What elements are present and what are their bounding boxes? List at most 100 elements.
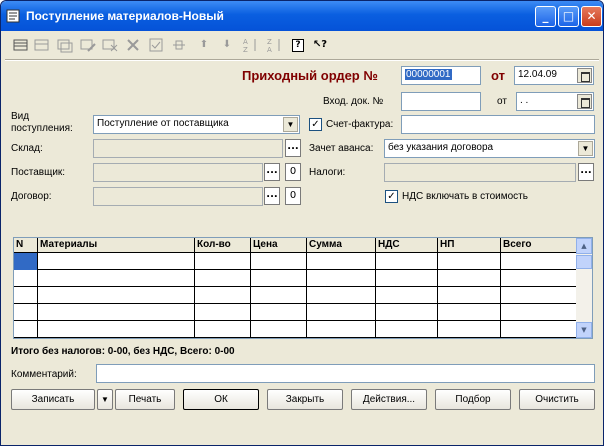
table-cell[interactable] (501, 253, 578, 270)
table-cell[interactable] (251, 304, 307, 321)
table-cell[interactable] (438, 253, 501, 270)
calendar-icon[interactable] (577, 94, 592, 109)
table-cell[interactable] (195, 253, 251, 270)
edit-row-icon[interactable] (80, 37, 96, 53)
contract-field[interactable] (93, 187, 263, 206)
supplier-field[interactable] (93, 163, 263, 182)
vat-include-checkbox[interactable]: ✓ (385, 190, 398, 203)
sort-desc-icon[interactable]: ZA (267, 37, 283, 53)
supplier-select-button[interactable]: ... (264, 163, 280, 181)
print-button[interactable]: Печать (115, 389, 175, 410)
table-cell[interactable] (38, 287, 195, 304)
move-up-icon[interactable]: ⬆ (196, 37, 212, 53)
table-cell-current[interactable] (14, 253, 38, 270)
help-icon[interactable]: ? (292, 39, 304, 52)
move-down-icon[interactable]: ⬇ (219, 37, 235, 53)
table-cell[interactable] (307, 270, 376, 287)
table-cell[interactable] (307, 321, 376, 338)
table-cell[interactable] (438, 321, 501, 338)
add-row-icon[interactable] (34, 37, 50, 53)
table-cell[interactable] (501, 270, 578, 287)
table-row[interactable] (14, 287, 578, 304)
column-header-total[interactable]: Всего (501, 238, 578, 253)
table-cell[interactable] (251, 253, 307, 270)
clear-button[interactable]: Очистить (519, 389, 595, 410)
table-cell[interactable] (14, 270, 38, 287)
table-cell[interactable] (38, 321, 195, 338)
table-cell[interactable] (501, 287, 578, 304)
table-cell[interactable] (307, 253, 376, 270)
table-cell[interactable] (501, 304, 578, 321)
table-cell[interactable] (195, 304, 251, 321)
column-header-n[interactable]: N (14, 238, 38, 253)
table-cell[interactable] (438, 304, 501, 321)
close-button[interactable]: Закрыть (267, 389, 343, 410)
supplier-clear-button[interactable]: 0 (285, 163, 301, 181)
table-cell[interactable] (376, 287, 438, 304)
table-cell[interactable] (438, 287, 501, 304)
contract-select-button[interactable]: ... (264, 187, 280, 205)
taxes-select-button[interactable]: ... (578, 163, 594, 181)
materials-table[interactable]: N Материалы Кол-во Цена Сумма НДС НП Все… (13, 237, 593, 339)
in-doc-date-field[interactable]: . . (516, 92, 594, 111)
minimize-button[interactable]: _ (535, 6, 556, 27)
copy-row-icon[interactable] (57, 37, 73, 53)
table-cell[interactable] (14, 321, 38, 338)
table-row[interactable] (14, 321, 578, 338)
column-header-vat[interactable]: НДС (376, 238, 438, 253)
ok-button[interactable]: ОК (183, 389, 259, 410)
warehouse-select-button[interactable]: ... (285, 139, 301, 157)
table-row[interactable] (14, 253, 578, 270)
warehouse-field[interactable] (93, 139, 283, 158)
table-cell[interactable] (195, 270, 251, 287)
table-cell[interactable] (195, 321, 251, 338)
table-cell[interactable] (376, 253, 438, 270)
table-cell[interactable] (38, 270, 195, 287)
pick-button[interactable]: Подбор (435, 389, 511, 410)
end-edit-icon[interactable] (171, 37, 187, 53)
contract-clear-button[interactable]: 0 (285, 187, 301, 205)
order-number-field[interactable]: 00000001 (401, 66, 481, 85)
table-cell[interactable] (251, 270, 307, 287)
scroll-up-icon[interactable]: ▲ (576, 238, 592, 254)
table-cell[interactable] (376, 270, 438, 287)
invoice-checkbox[interactable]: ✓ (309, 118, 322, 131)
comment-field[interactable] (96, 364, 595, 383)
chevron-down-icon[interactable]: ▼ (578, 141, 593, 156)
order-date-field[interactable]: 12.04.09 (514, 66, 594, 85)
chevron-down-icon[interactable]: ▼ (283, 117, 298, 132)
table-vertical-scrollbar[interactable]: ▲ ▼ (576, 238, 592, 338)
table-cell[interactable] (38, 253, 195, 270)
delete-row-icon[interactable] (102, 37, 118, 53)
column-header-price[interactable]: Цена (251, 238, 307, 253)
table-cell[interactable] (195, 287, 251, 304)
invoice-field[interactable] (401, 115, 595, 134)
scroll-thumb[interactable] (576, 255, 592, 269)
new-row-icon[interactable] (13, 37, 29, 53)
fill-icon[interactable] (148, 37, 164, 53)
save-menu-button[interactable]: ▼ (97, 389, 113, 410)
taxes-field[interactable] (384, 163, 576, 182)
column-header-qty[interactable]: Кол-во (195, 238, 251, 253)
table-row[interactable] (14, 270, 578, 287)
table-cell[interactable] (438, 270, 501, 287)
save-button[interactable]: Записать (11, 389, 95, 410)
table-cell[interactable] (251, 321, 307, 338)
table-cell[interactable] (38, 304, 195, 321)
mark-delete-icon[interactable] (125, 37, 141, 53)
in-doc-number-field[interactable] (401, 92, 481, 111)
table-cell[interactable] (376, 321, 438, 338)
context-help-icon[interactable]: ↖? (312, 37, 328, 53)
table-cell[interactable] (307, 304, 376, 321)
title-bar[interactable]: Поступление материалов-Новый _ □ ✕ (1, 1, 603, 31)
table-cell[interactable] (307, 287, 376, 304)
column-header-materials[interactable]: Материалы (38, 238, 195, 253)
maximize-button[interactable]: □ (558, 6, 579, 27)
table-cell[interactable] (251, 287, 307, 304)
receipt-type-select[interactable]: Поступление от поставщика ▼ (93, 115, 300, 134)
table-cell[interactable] (376, 304, 438, 321)
advance-select[interactable]: без указания договора ▼ (384, 139, 595, 158)
table-cell[interactable] (14, 287, 38, 304)
sort-asc-icon[interactable]: AZ (243, 37, 259, 53)
table-cell[interactable] (501, 321, 578, 338)
